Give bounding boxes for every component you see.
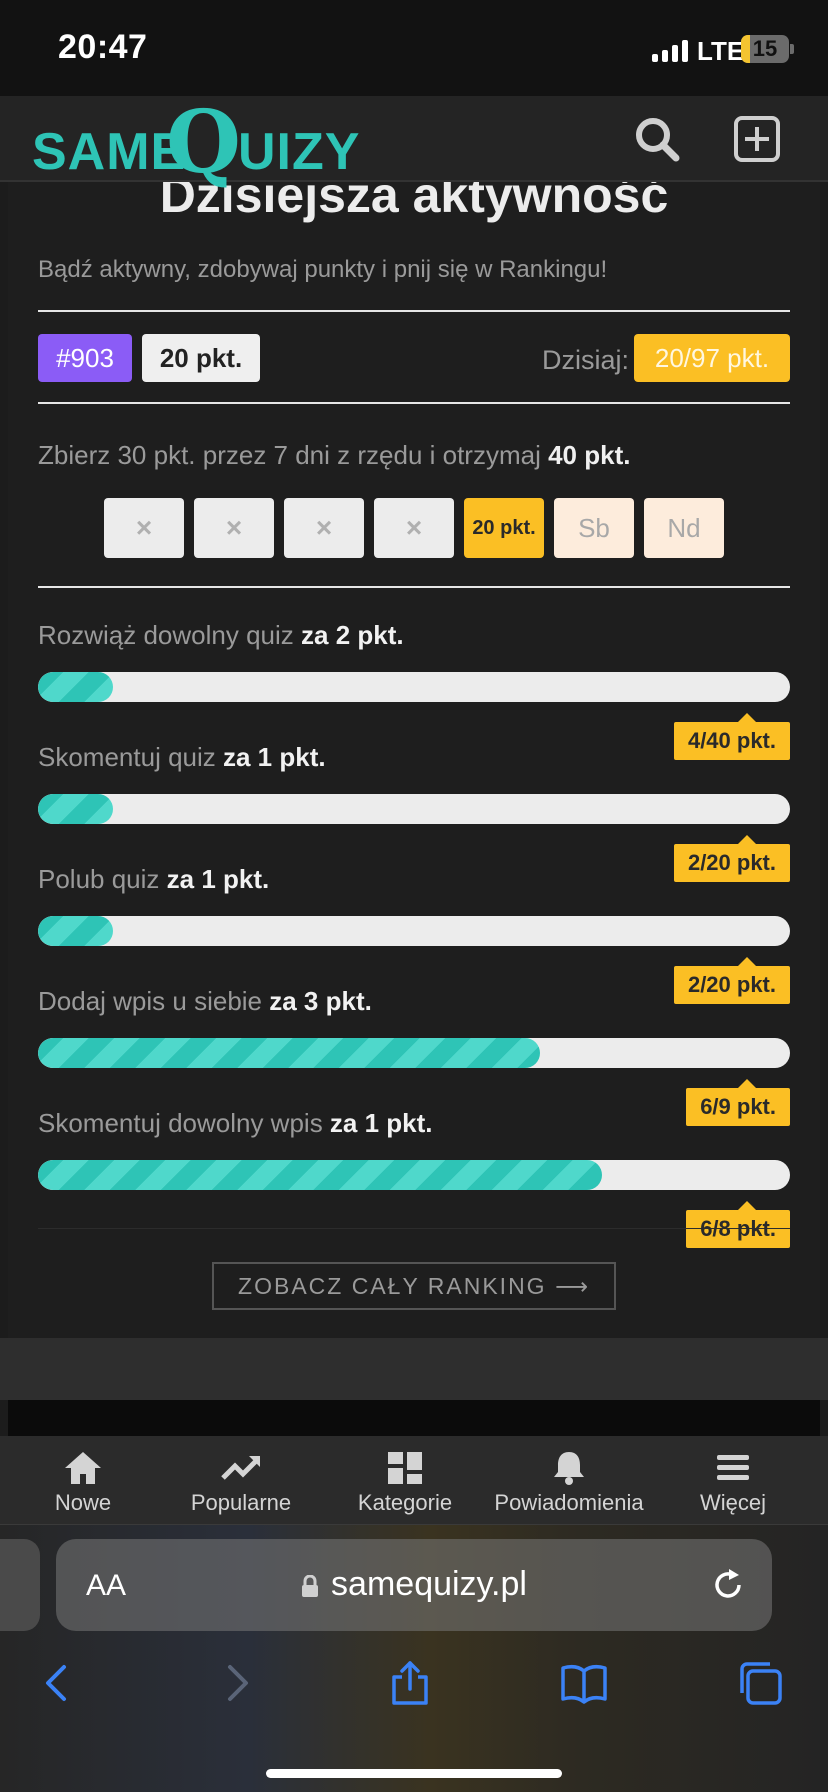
task-label: Skomentuj dowolny wpis za 1 pkt. [38,1108,433,1139]
streak-day-4: × [374,498,454,558]
home-indicator[interactable] [266,1769,562,1778]
search-icon[interactable] [632,114,682,164]
lock-icon [301,1567,319,1597]
task-name: Dodaj wpis u siebie [38,986,270,1016]
logo-q: Q [166,92,241,193]
task-progress-fill [38,1038,540,1068]
task-progress-bar [38,1160,790,1190]
grid-icon [385,1450,425,1486]
battery-icon: 15 [741,35,789,63]
divider [38,1228,790,1229]
task-reward: za 1 pkt. [222,742,326,772]
status-bar: 20:47 LTE 15 [0,0,828,96]
forward-icon[interactable] [212,1659,260,1707]
nav-item-notifications[interactable]: Powiadomienia [486,1436,652,1524]
task-name: Skomentuj dowolny wpis [38,1108,330,1138]
home-icon [63,1450,103,1486]
bell-icon [549,1450,589,1486]
trending-icon [221,1450,261,1486]
bottom-navigation: Nowe Popularne Kategorie Powiadomienia W… [0,1436,828,1524]
streak-day-3: × [284,498,364,558]
battery-tip [790,44,794,54]
status-time: 20:47 [58,28,148,66]
nav-label: Kategorie [357,1490,453,1515]
rank-badge[interactable]: #903 [38,334,132,382]
reload-icon[interactable] [710,1567,746,1603]
nav-item-categories[interactable]: Kategorie [322,1436,488,1524]
nav-label: Więcej [699,1490,766,1515]
task-reward: za 1 pkt. [329,1108,433,1138]
nav-item-new[interactable]: Nowe [0,1436,166,1524]
nav-item-popular[interactable]: Popularne [158,1436,324,1524]
task-progress-bar [38,916,790,946]
task-progress-fill [38,794,114,824]
task-label: Polub quiz za 1 pkt. [38,864,269,895]
task-progress-bar [38,672,790,702]
task-name: Skomentuj quiz [38,742,223,772]
streak-day-5: 20 pkt. [464,498,544,558]
task-progress-tag: 4/40 pkt. [673,713,790,760]
divider [38,310,790,312]
divider [38,402,790,404]
network-label: LTE [697,36,745,66]
divider [38,586,790,588]
back-icon[interactable] [34,1659,82,1707]
task-progress-fill [38,672,114,702]
task-reward: za 3 pkt. [269,986,372,1016]
points-badge: 20 pkt. [142,334,260,382]
url-text: samequizy.pl [331,1565,527,1603]
bookmarks-icon[interactable] [560,1659,608,1707]
signal-icon [652,40,688,62]
see-full-ranking-button[interactable]: ZOBACZ CAŁY RANKING ⟶ [212,1262,616,1310]
app-header: SAME Q UIZY [0,92,828,193]
today-points-badge: 20/97 pkt. [634,334,790,382]
task-progress-fill [38,1160,602,1190]
logo-uizy: UIZY [238,123,361,181]
task-label: Skomentuj quiz za 1 pkt. [38,742,326,773]
add-quiz-icon[interactable] [732,114,782,164]
streak-day-1: × [104,498,184,558]
task-progress-bar [38,794,790,824]
task-name: Rozwiąż dowolny quiz [38,620,302,650]
task-progress-fill [38,916,114,946]
menu-icon [713,1450,753,1486]
nav-label: Popularne [190,1490,292,1515]
streak-day-2: × [194,498,274,558]
task-progress-tag: 6/8 pkt. [686,1201,790,1248]
nav-label: Nowe [54,1490,112,1515]
streak-text: Zbierz 30 pkt. przez 7 dni z rzędu i otr… [38,440,549,470]
streak-day-6: Sb [554,498,634,558]
card-subtitle: Bądź aktywny, zdobywaj punkty i pnij się… [38,256,608,283]
task-name: Polub quiz [38,864,167,894]
task-label: Rozwiąż dowolny quiz za 2 pkt. [38,620,404,651]
task-reward: za 1 pkt. [166,864,270,894]
task-progress-tag: 2/20 pkt. [673,957,790,1004]
ad-strip [8,1400,820,1436]
battery-level: 15 [752,36,778,61]
share-icon[interactable] [386,1659,434,1707]
page-gap [0,1338,828,1400]
nav-item-more[interactable]: Więcej [650,1436,816,1524]
streak-description: Zbierz 30 pkt. przez 7 dni z rzędu i otr… [38,440,630,471]
nav-label: Powiadomienia [494,1490,644,1515]
task-progress-bar [38,1038,790,1068]
task-reward: za 2 pkt. [301,620,404,650]
streak-day-7: Nd [644,498,724,558]
previous-tab-preview[interactable] [0,1539,40,1631]
today-label: Dzisiaj: [542,345,630,375]
task-progress-tag: 6/9 pkt. [686,1079,790,1126]
tabs-icon[interactable] [736,1659,784,1707]
task-label: Dodaj wpis u siebie za 3 pkt. [38,986,372,1017]
logo-same: SAME [32,123,187,181]
address-bar[interactable]: AA samequizy.pl [56,1539,772,1631]
streak-bonus: 40 pkt. [548,440,631,470]
task-progress-tag: 2/20 pkt. [673,835,790,882]
daily-activity-card: Dzisiejsza aktywność Bądź aktywny, zdoby… [8,150,820,1338]
browser-toolbar: AA samequizy.pl [0,1524,828,1792]
url-display[interactable]: samequizy.pl [56,1565,772,1604]
